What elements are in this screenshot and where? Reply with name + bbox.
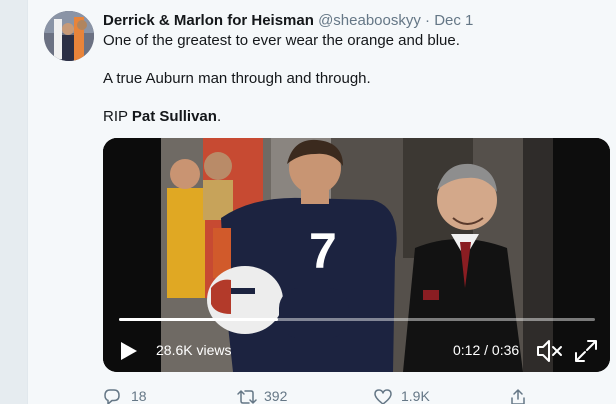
mute-button[interactable]	[535, 338, 563, 364]
reply-count: 18	[131, 388, 147, 404]
tweet-date[interactable]: Dec 1	[434, 12, 473, 29]
play-button[interactable]	[119, 340, 139, 362]
jersey-number: 7	[309, 223, 337, 279]
tweet-text-line-3: RIP Pat Sullivan.	[103, 107, 221, 127]
video-progress-fill	[119, 318, 278, 321]
like-icon	[374, 389, 392, 404]
share-icon	[511, 389, 525, 404]
video-frame: 7	[103, 138, 610, 372]
rip-name: Pat Sullivan	[131, 108, 217, 125]
like-count: 1.9K	[401, 388, 430, 404]
reply-icon	[104, 389, 120, 404]
separator-dot: ·	[425, 12, 431, 29]
author-display-name[interactable]: Derrick & Marlon for Heisman	[103, 12, 314, 29]
rip-prefix: RIP	[103, 108, 132, 125]
tweet-text-line-1: One of the greatest to ever wear the ora…	[103, 32, 460, 49]
video-player[interactable]: 7 28.6K views 0:12 / 0:36	[103, 138, 610, 372]
rip-suffix: .	[216, 108, 222, 125]
retweet-icon	[237, 390, 257, 404]
video-progress-bar[interactable]	[119, 318, 595, 321]
view-count: 28.6K views	[156, 342, 232, 358]
video-time: 0:12 / 0:36	[453, 342, 520, 358]
fullscreen-button[interactable]	[573, 338, 599, 364]
tweet-text-line-2: A true Auburn man through and through.	[103, 70, 371, 87]
volume-icon	[537, 340, 562, 362]
tweet-header: Derrick & Marlon for Heisman @sheaboosky…	[103, 11, 473, 31]
author-handle[interactable]: @sheabooskyy	[318, 12, 421, 29]
fullscreen-icon	[575, 340, 597, 362]
tweet-card[interactable]: Derrick & Marlon for Heisman @sheaboosky…	[27, 0, 616, 404]
tweet-actions: 18 392 1.9K	[103, 386, 603, 404]
play-icon	[121, 342, 137, 360]
avatar[interactable]	[44, 11, 94, 61]
retweet-count: 392	[264, 388, 288, 404]
